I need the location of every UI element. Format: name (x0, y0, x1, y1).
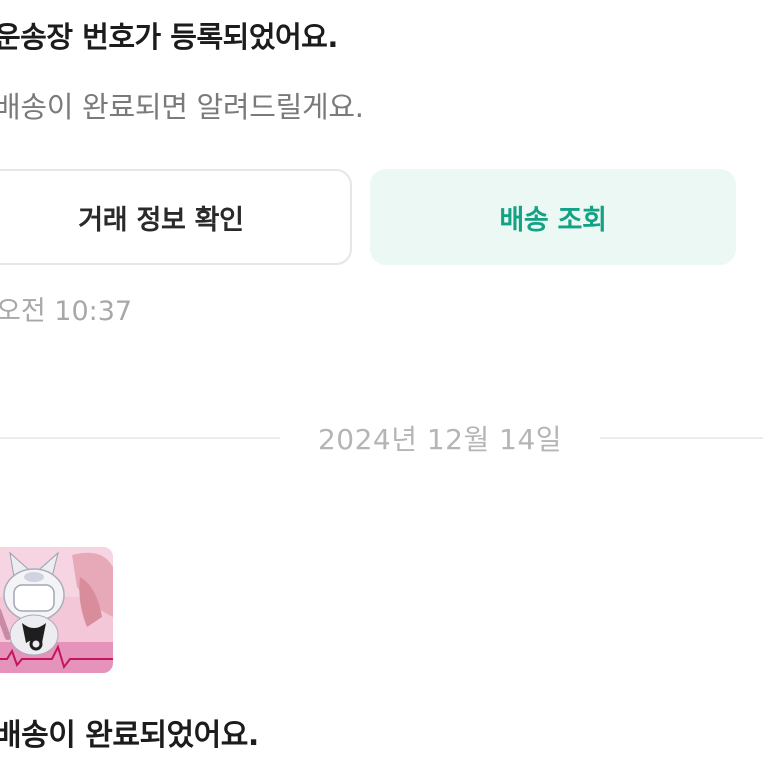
date-separator: 2024년 12월 14일 (317, 423, 563, 456)
product-thumbnail[interactable] (0, 547, 113, 673)
message-subtitle: 배송이 완료되면 알려드릴게요. (0, 90, 364, 124)
message-timestamp: 오전 10:37 (0, 296, 133, 327)
track-delivery-button[interactable]: 배송 조회 (370, 169, 736, 265)
date-divider-left (0, 437, 280, 439)
message-title: 운송장 번호가 등록되었어요. (0, 20, 338, 54)
date-divider-right (600, 437, 763, 439)
view-transaction-info-button[interactable]: 거래 정보 확인 (0, 169, 352, 265)
delivered-message-title: 배송이 완료되었어요. (0, 718, 259, 753)
